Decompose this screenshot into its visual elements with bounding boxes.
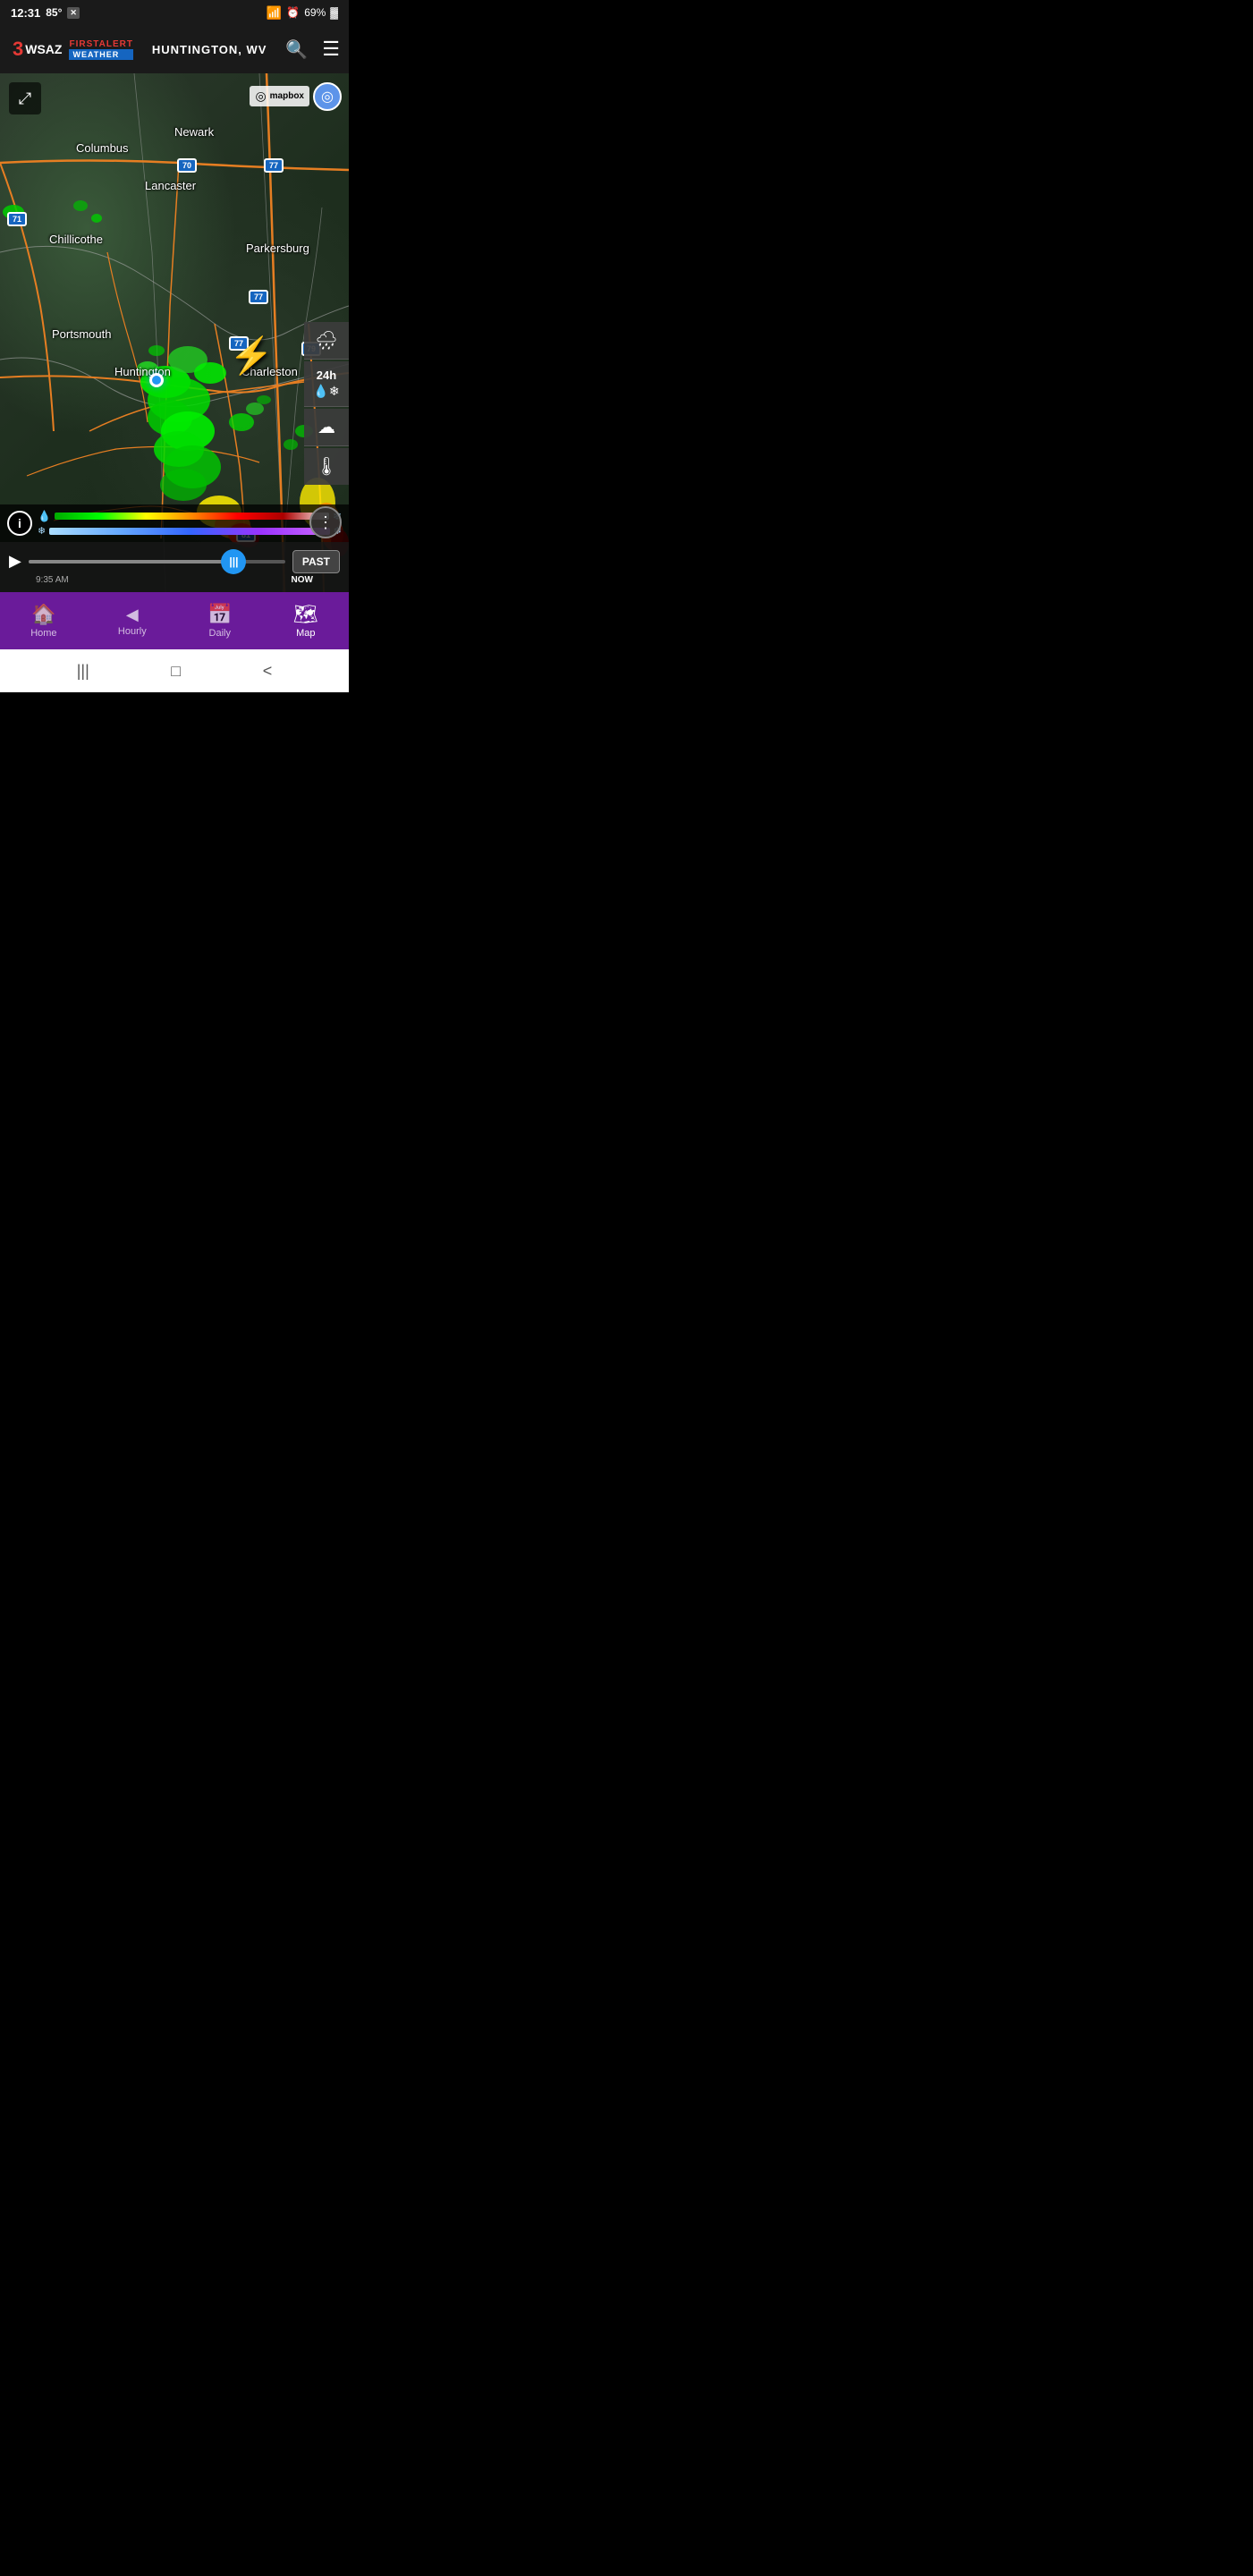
header: 3 WSAZ FIRSTALERT WEATHER HUNTINGTON, WV… bbox=[0, 25, 349, 73]
battery-icon: ▓ bbox=[330, 6, 338, 19]
cloud-btn[interactable]: ☁ bbox=[304, 409, 349, 446]
timeline-thumb[interactable]: ||| bbox=[221, 549, 246, 574]
location-button[interactable]: ◎ bbox=[313, 82, 342, 111]
weather-label: WEATHER bbox=[69, 49, 132, 60]
thermometer-icon: 🌡 bbox=[315, 455, 337, 478]
24h-radar-btn[interactable]: 24h 💧❄ bbox=[304, 361, 349, 407]
timeline-controls: ▶ ||| PAST bbox=[9, 550, 340, 573]
timeline-lines-icon: ||| bbox=[229, 555, 238, 568]
map-icon: 🗺 bbox=[293, 603, 318, 626]
channel-number: 3 bbox=[13, 38, 23, 61]
timeline-labels: 9:35 AM NOW bbox=[9, 573, 340, 585]
snow-gradient bbox=[49, 528, 330, 535]
nav-hourly[interactable]: ◀ Hourly bbox=[104, 600, 161, 642]
alarm-icon: ⏰ bbox=[286, 6, 300, 19]
recent-apps-button[interactable]: ||| bbox=[70, 655, 97, 688]
nav-map-label: Map bbox=[296, 628, 315, 639]
status-bar: 12:31 85° ✕ 📶 ⏰ 69% ▓ bbox=[0, 0, 349, 25]
legend-bar: i 💧 ❄ ❄ ❄ bbox=[0, 504, 349, 542]
cloud-icon: ☁ bbox=[317, 416, 335, 438]
logo-box: 3 WSAZ FIRSTALERT WEATHER bbox=[9, 36, 133, 63]
timeline-track[interactable]: ||| bbox=[29, 560, 285, 564]
legend-snow-row: ❄ ❄ bbox=[38, 525, 342, 537]
location-display: HUNTINGTON, WV bbox=[152, 43, 267, 56]
timeline-start-time: 9:35 AM bbox=[36, 575, 69, 585]
legend-colors: 💧 ❄ ❄ ❄ bbox=[38, 510, 342, 537]
home-icon: 🏠 bbox=[31, 603, 55, 626]
expand-button[interactable]: ⤢ bbox=[9, 82, 41, 114]
rain-icon: 🌧 bbox=[315, 329, 337, 352]
menu-icon[interactable]: ☰ bbox=[322, 38, 340, 61]
mapbox-logo: mapbox bbox=[270, 91, 304, 101]
past-button[interactable]: PAST bbox=[292, 550, 340, 573]
map-container[interactable]: Columbus Newark Lancaster Chillicothe Po… bbox=[0, 73, 349, 592]
hourly-icon: ◀ bbox=[126, 606, 139, 624]
wifi-icon: 📶 bbox=[267, 5, 282, 21]
rain-radar-btn[interactable]: 🌧 bbox=[304, 322, 349, 360]
options-icon: ⋮ bbox=[317, 513, 334, 532]
station-name: WSAZ bbox=[25, 42, 62, 56]
logo-wsaz: 3 WSAZ bbox=[9, 36, 65, 63]
snow-icon: ❄ bbox=[38, 525, 46, 537]
24h-label: 24h bbox=[317, 369, 336, 382]
nav-home-label: Home bbox=[30, 628, 56, 639]
map-right-panel: 🌧 24h 💧❄ ☁ 🌡 bbox=[304, 322, 349, 485]
status-close: ✕ bbox=[67, 7, 80, 19]
play-button[interactable]: ▶ bbox=[9, 552, 21, 571]
back-button[interactable]: < bbox=[256, 655, 280, 688]
nav-map[interactable]: 🗺 Map bbox=[279, 597, 333, 644]
rain-drop-icon: 💧 bbox=[38, 510, 51, 522]
info-button[interactable]: i bbox=[7, 511, 32, 536]
nav-daily-label: Daily bbox=[209, 628, 231, 639]
timeline-progress bbox=[29, 560, 234, 564]
legend-rain-row: 💧 ❄ bbox=[38, 510, 342, 522]
android-nav: ||| □ < bbox=[0, 649, 349, 692]
status-right: 📶 ⏰ 69% ▓ bbox=[267, 5, 338, 21]
24h-icons: 💧❄ bbox=[313, 384, 339, 399]
bottom-nav: 🏠 Home ◀ Hourly 📅 Daily 🗺 Map bbox=[0, 592, 349, 649]
status-temperature: 85° bbox=[46, 6, 62, 19]
first-alert-label: FIRSTALERT bbox=[69, 39, 132, 49]
status-left: 12:31 85° ✕ bbox=[11, 6, 80, 20]
header-actions: 🔍 ☰ bbox=[285, 38, 340, 61]
timeline-now-label: NOW bbox=[292, 575, 313, 585]
info-icon: i bbox=[18, 516, 21, 530]
home-button[interactable]: □ bbox=[164, 655, 188, 688]
timeline-bar: ▶ ||| PAST 9:35 AM NOW bbox=[0, 542, 349, 592]
daily-icon: 📅 bbox=[207, 603, 232, 626]
temperature-btn[interactable]: 🌡 bbox=[304, 448, 349, 485]
battery-percent: 69% bbox=[304, 6, 326, 19]
nav-home[interactable]: 🏠 Home bbox=[16, 597, 71, 644]
options-button[interactable]: ⋮ bbox=[309, 506, 342, 538]
rain-gradient bbox=[55, 513, 329, 520]
user-location-dot bbox=[149, 373, 164, 387]
nav-hourly-label: Hourly bbox=[118, 626, 147, 637]
status-time: 12:31 bbox=[11, 6, 40, 20]
nav-daily[interactable]: 📅 Daily bbox=[193, 597, 246, 644]
search-icon[interactable]: 🔍 bbox=[285, 38, 308, 61]
mapbox-attribution: ◎ mapbox bbox=[250, 86, 309, 106]
logo: 3 WSAZ FIRSTALERT WEATHER bbox=[9, 36, 133, 63]
first-alert-badge: FIRSTALERT WEATHER bbox=[69, 39, 132, 60]
